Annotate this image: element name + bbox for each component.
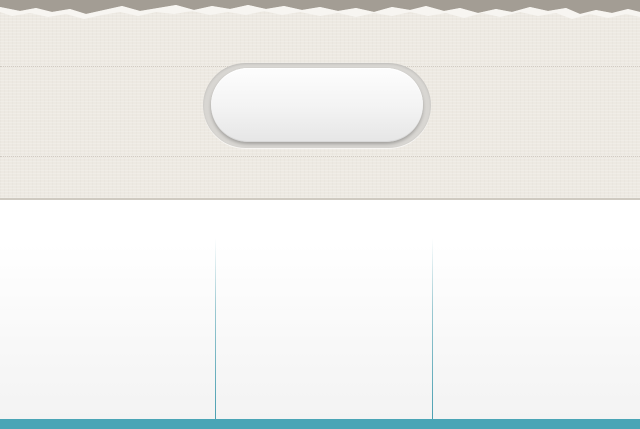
tab-bar <box>0 200 640 419</box>
torn-paper-edge <box>0 0 640 19</box>
bottom-accent-bar <box>0 419 640 429</box>
tab-1[interactable] <box>0 200 215 419</box>
tab-divider <box>432 238 433 419</box>
tab-2[interactable] <box>215 200 432 419</box>
tab-divider <box>215 238 216 419</box>
app-screen <box>0 0 640 429</box>
primary-pill-button[interactable] <box>211 68 423 142</box>
tab-3[interactable] <box>432 200 640 419</box>
paper-header-panel <box>0 0 640 200</box>
stitch-line-bottom <box>0 156 640 157</box>
